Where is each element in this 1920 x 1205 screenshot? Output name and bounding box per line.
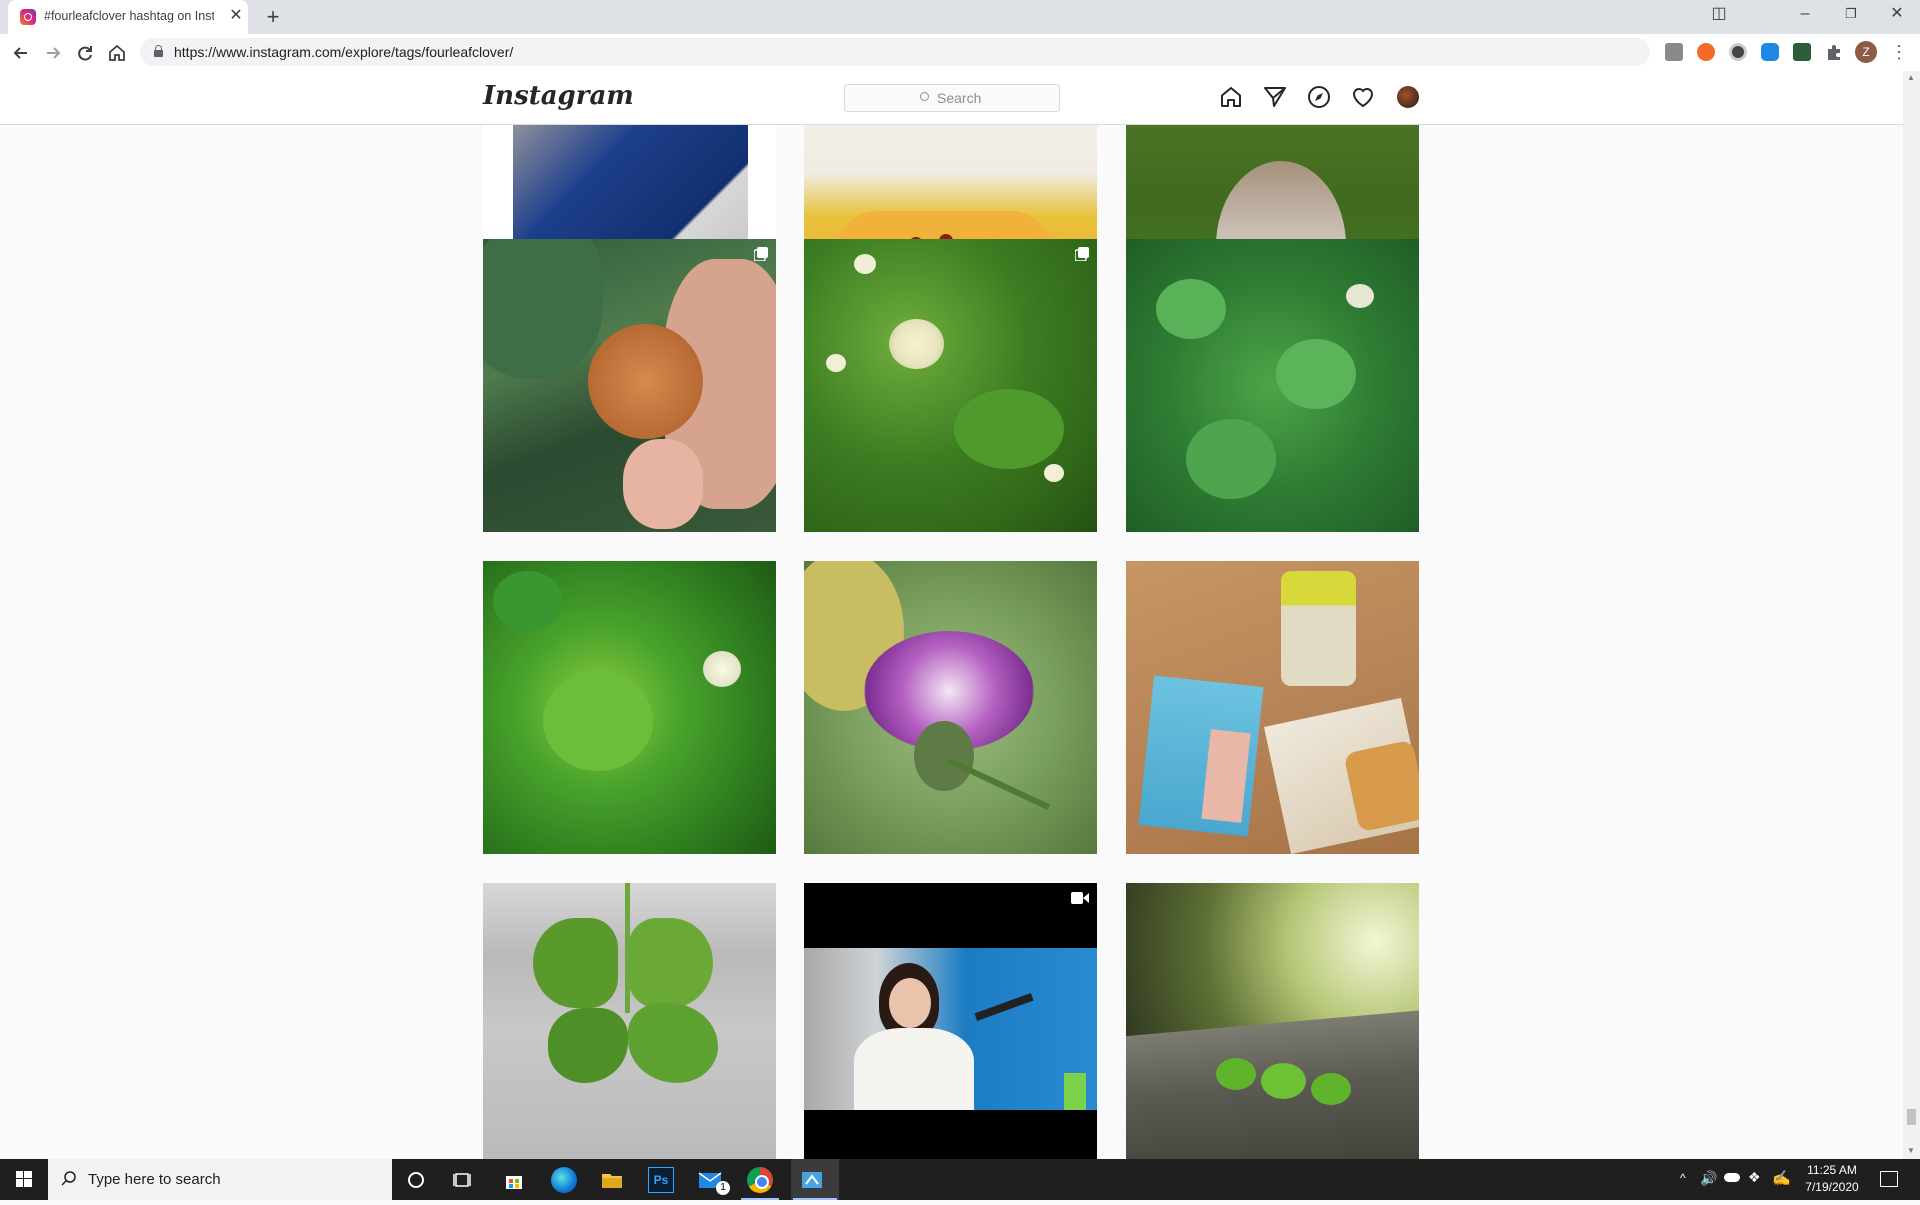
- edge-icon[interactable]: [551, 1167, 577, 1193]
- post-tile[interactable]: [804, 561, 1097, 854]
- lock-icon[interactable]: [154, 45, 163, 57]
- restore-button[interactable]: ❐: [1828, 0, 1874, 30]
- tab-title: #fourleafclover hashtag on Instagram: [44, 9, 214, 23]
- taskbar-search-placeholder: Type here to search: [88, 1171, 221, 1188]
- close-window-button[interactable]: ✕: [1874, 0, 1920, 30]
- post-tile[interactable]: [1126, 883, 1419, 1159]
- tab-close-icon[interactable]: ✕: [226, 6, 246, 26]
- search-icon: [60, 1170, 78, 1193]
- home-button[interactable]: [104, 40, 130, 66]
- instagram-favicon-icon: [20, 9, 36, 25]
- clock-time: 11:25 AM: [1807, 1163, 1857, 1177]
- mail-badge: 1: [716, 1181, 730, 1195]
- forward-button[interactable]: [40, 40, 66, 66]
- photoshop-icon[interactable]: Ps: [648, 1167, 674, 1193]
- notification-icon[interactable]: [1880, 1171, 1898, 1187]
- extension-blue-icon[interactable]: [1761, 43, 1779, 61]
- scrollbar-thumb[interactable]: [1907, 1109, 1916, 1125]
- browser-toolbar: https://www.instagram.com/explore/tags/f…: [0, 34, 1920, 72]
- address-bar[interactable]: https://www.instagram.com/explore/tags/f…: [140, 38, 1650, 66]
- cortana-icon[interactable]: [403, 1167, 429, 1193]
- carousel-icon: [1074, 247, 1089, 262]
- home-icon[interactable]: [1219, 85, 1243, 109]
- page-scrollbar[interactable]: ▲ ▼: [1903, 71, 1920, 1159]
- direct-icon[interactable]: [1263, 85, 1287, 109]
- post-tile[interactable]: [1126, 239, 1419, 532]
- post-tile[interactable]: [804, 883, 1097, 1159]
- url-text[interactable]: https://www.instagram.com/explore/tags/f…: [174, 44, 513, 60]
- search-icon: [920, 92, 929, 101]
- search-placeholder: Search: [937, 90, 982, 106]
- reload-button[interactable]: [72, 40, 98, 66]
- volume-icon[interactable]: 🔊: [1700, 1170, 1717, 1187]
- post-tile[interactable]: [804, 239, 1097, 532]
- profile-avatar[interactable]: Z: [1855, 41, 1877, 63]
- extension-circle-icon[interactable]: [1729, 43, 1747, 61]
- profile-avatar-icon[interactable]: [1397, 86, 1419, 108]
- taskbar-search-box[interactable]: Type here to search: [48, 1159, 392, 1200]
- menu-kebab-icon[interactable]: ⋮: [1889, 41, 1909, 63]
- extensions-puzzle-icon[interactable]: [1825, 43, 1843, 61]
- search-input[interactable]: Search: [844, 84, 1060, 112]
- post-tile[interactable]: [1126, 561, 1419, 854]
- taskbar-clock[interactable]: 11:25 AM 7/19/2020: [1792, 1162, 1872, 1196]
- post-tile[interactable]: [483, 561, 776, 854]
- dropbox-icon[interactable]: ❖: [1748, 1169, 1761, 1186]
- video-icon: [1071, 891, 1089, 905]
- activity-heart-icon[interactable]: [1351, 85, 1375, 109]
- windows-start-icon[interactable]: [0, 1159, 48, 1200]
- tray-chevron-icon[interactable]: ^: [1680, 1171, 1686, 1185]
- new-tab-button[interactable]: +: [260, 4, 286, 30]
- pen-icon[interactable]: ✍: [1772, 1169, 1791, 1187]
- instagram-logo[interactable]: Instagram: [483, 81, 634, 111]
- tab-instagram[interactable]: #fourleafclover hashtag on Instagram ✕: [8, 0, 248, 34]
- post-tile[interactable]: [483, 239, 776, 532]
- extension-green-icon[interactable]: [1793, 43, 1811, 61]
- extension-orange-icon[interactable]: [1697, 43, 1715, 61]
- back-button[interactable]: [8, 40, 34, 66]
- hashtag-posts-grid: [0, 124, 1903, 1159]
- post-tile[interactable]: [483, 883, 776, 1159]
- instagram-header: Instagram Search: [0, 71, 1903, 125]
- scroll-up-arrow-icon[interactable]: ▲: [1907, 73, 1915, 82]
- tab-strip: #fourleafclover hashtag on Instagram ✕ +…: [0, 0, 1920, 34]
- store-icon[interactable]: [501, 1167, 527, 1193]
- onedrive-icon[interactable]: [1724, 1173, 1740, 1182]
- chrome-icon[interactable]: [747, 1167, 773, 1193]
- explore-icon[interactable]: [1307, 85, 1331, 109]
- scroll-down-arrow-icon[interactable]: ▼: [1907, 1146, 1915, 1155]
- tab-search-icon[interactable]: ◫: [1696, 0, 1742, 30]
- clock-date: 7/19/2020: [1805, 1180, 1859, 1194]
- carousel-icon: [753, 247, 768, 262]
- extension-g-icon[interactable]: [1665, 43, 1683, 61]
- task-view-icon[interactable]: [450, 1167, 476, 1193]
- file-explorer-icon[interactable]: [599, 1167, 625, 1193]
- windows-taskbar: Type here to search Ps 1 ^ 🔊 ❖ ✍ 11:25 A…: [0, 1159, 1920, 1200]
- snipping-tool-icon[interactable]: [799, 1167, 825, 1193]
- minimize-button[interactable]: –: [1782, 0, 1828, 30]
